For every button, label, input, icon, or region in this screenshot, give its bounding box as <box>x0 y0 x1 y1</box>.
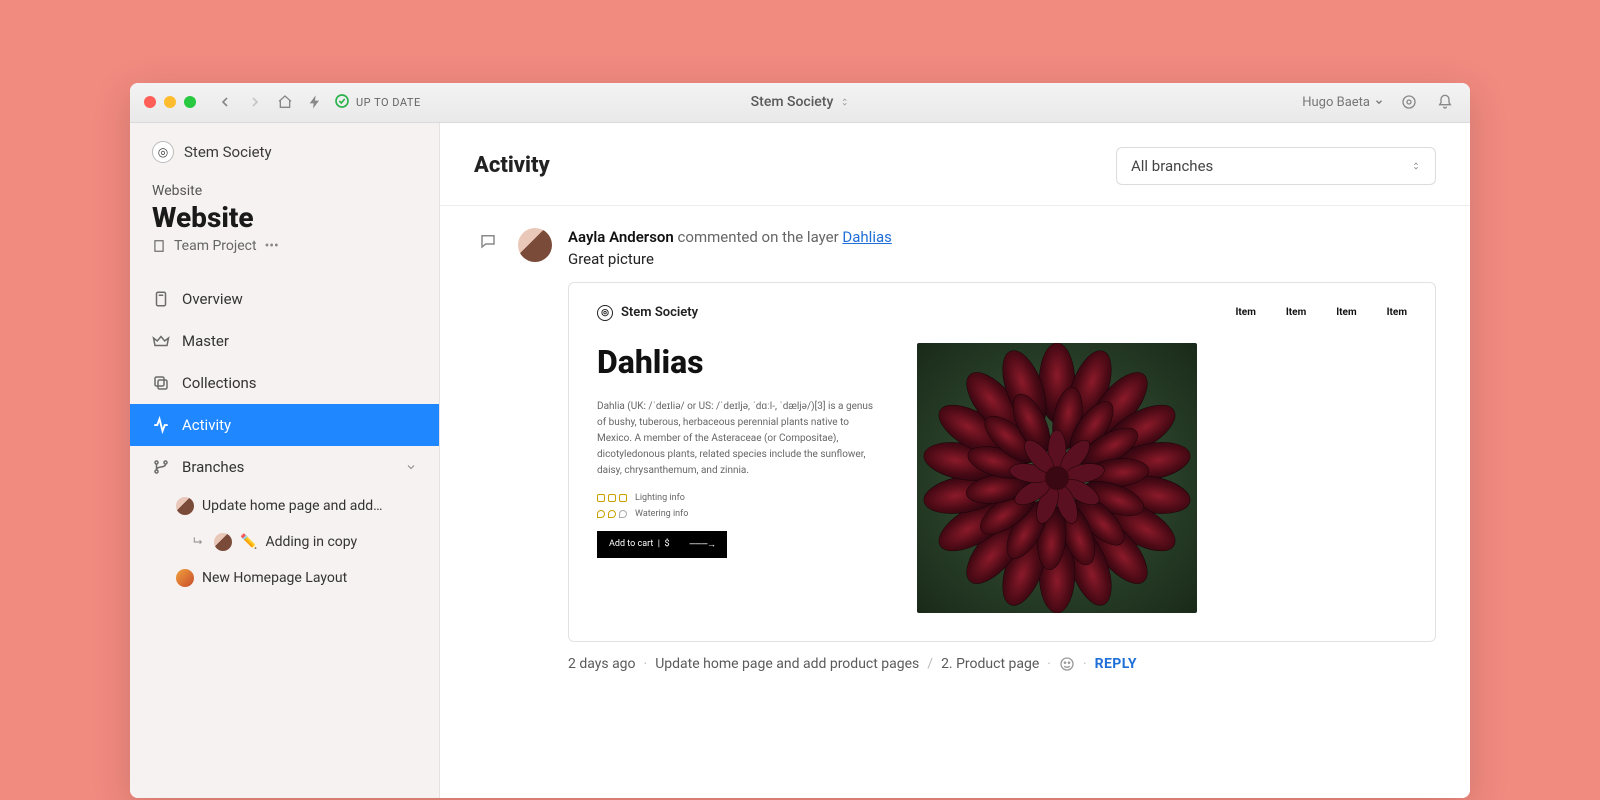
preview-nav: Item Item Item Item <box>1236 307 1408 318</box>
updown-icon <box>839 95 849 109</box>
minimize-window-button[interactable] <box>164 96 176 108</box>
product-image <box>917 343 1197 613</box>
actor-name: Aayla Anderson <box>568 228 674 246</box>
nav-item: Item <box>1387 307 1407 318</box>
timestamp: 2 days ago <box>568 656 636 672</box>
nav-item: Item <box>1286 307 1306 318</box>
org-logo-icon: ◎ <box>152 141 174 163</box>
branch-item[interactable]: ✏️ Adding in copy <box>142 524 439 560</box>
product-title: Dahlias <box>597 343 877 381</box>
filter-label: All branches <box>1131 157 1213 175</box>
updown-icon <box>1411 159 1421 173</box>
crown-icon <box>152 332 170 350</box>
emoji-react-icon[interactable] <box>1059 656 1075 672</box>
sidebar-item-label: Master <box>182 332 229 350</box>
user-menu[interactable]: Hugo Baeta <box>1302 95 1384 110</box>
layer-link[interactable]: Dahlias <box>842 228 891 246</box>
document-icon <box>152 290 170 308</box>
sidebar: ◎ Stem Society Website Website Team Proj… <box>130 123 440 798</box>
sub-branch-icon <box>192 535 206 549</box>
app-window: UP TO DATE Stem Society Hugo Baeta ◎ Ste… <box>130 83 1470 798</box>
comment-body: Great picture <box>568 250 1436 268</box>
activity-meta: 2 days ago · Update home page and add pr… <box>568 656 1436 672</box>
back-button[interactable] <box>214 91 236 113</box>
branch-label: Adding in copy <box>265 534 357 550</box>
layer-preview[interactable]: ◎ Stem Society Item Item Item Item <box>568 282 1436 642</box>
lighting-label: Lighting info <box>635 493 685 503</box>
brand-logo-icon: ◎ <box>597 305 613 321</box>
main-panel: Activity All branches Aayla Anderson co <box>440 123 1470 798</box>
page-title: Website <box>130 199 439 238</box>
sidebar-item-master[interactable]: Master <box>130 320 439 362</box>
sidebar-item-collections[interactable]: Collections <box>130 362 439 404</box>
brand-name: Stem Society <box>621 305 698 320</box>
breadcrumb: Website <box>130 177 439 199</box>
activity-headline: Aayla Anderson commented on the layer Da… <box>568 228 1436 246</box>
avatar <box>214 533 232 551</box>
page-name[interactable]: 2. Product page <box>941 656 1039 672</box>
nav-item: Item <box>1236 307 1256 318</box>
main-title: Activity <box>474 153 550 178</box>
avatar <box>176 569 194 587</box>
titlebar: UP TO DATE Stem Society Hugo Baeta <box>130 83 1470 123</box>
org-name: Stem Society <box>184 143 272 161</box>
watering-label: Watering info <box>635 509 688 519</box>
window-controls <box>144 96 196 108</box>
branch-item[interactable]: New Homepage Layout <box>142 560 439 596</box>
forward-button[interactable] <box>244 91 266 113</box>
chevron-down-icon <box>1374 97 1384 107</box>
chevron-down-icon <box>405 461 417 473</box>
droplet-icon <box>597 510 627 518</box>
branch-label: Update home page and add… <box>202 498 383 514</box>
sidebar-item-label: Collections <box>182 374 257 392</box>
activity-item: Aayla Anderson commented on the layer Da… <box>474 228 1436 672</box>
reply-button[interactable]: REPLY <box>1095 656 1137 672</box>
branch-filter-select[interactable]: All branches <box>1116 147 1436 185</box>
branch-name[interactable]: Update home page and add product pages <box>655 656 919 672</box>
sidebar-item-label: Activity <box>182 416 231 434</box>
sidebar-item-activity[interactable]: Activity <box>130 404 439 446</box>
sidebar-item-label: Branches <box>182 458 244 476</box>
building-icon <box>152 239 166 253</box>
home-button[interactable] <box>274 91 296 113</box>
project-switcher[interactable]: Stem Society <box>751 94 850 110</box>
avatar <box>518 228 552 262</box>
lighting-info: Lighting info <box>597 493 877 503</box>
sun-icon <box>597 494 627 502</box>
notifications-button[interactable] <box>1434 91 1456 113</box>
nav-item: Item <box>1336 307 1356 318</box>
branch-icon <box>152 458 170 476</box>
comment-icon <box>474 228 502 672</box>
product-description: Dahlia (UK: /ˈdeɪliə/ or US: /ˈdeɪljə, ˈ… <box>597 399 877 479</box>
avatar <box>176 497 194 515</box>
add-to-cart-button: Add to cart | $ ———→ <box>597 531 727 558</box>
cart-price: $ <box>664 539 669 549</box>
sync-status-label: UP TO DATE <box>356 96 421 109</box>
cart-label: Add to cart <box>609 539 653 549</box>
watering-info: Watering info <box>597 509 877 519</box>
sync-status: UP TO DATE <box>334 93 421 112</box>
check-circle-icon <box>334 93 350 112</box>
emoji-icon: ✏️ <box>240 534 257 550</box>
preview-brand: ◎ Stem Society <box>597 305 698 321</box>
arrow-right-icon: ———→ <box>689 539 715 550</box>
sidebar-item-overview[interactable]: Overview <box>130 278 439 320</box>
project-kind[interactable]: Team Project ••• <box>130 238 439 272</box>
copy-icon <box>152 374 170 392</box>
help-button[interactable] <box>1398 91 1420 113</box>
sync-button[interactable] <box>304 91 326 113</box>
maximize-window-button[interactable] <box>184 96 196 108</box>
project-kind-label: Team Project <box>174 238 257 254</box>
sidebar-item-branches[interactable]: Branches <box>130 446 439 488</box>
branch-item[interactable]: Update home page and add… <box>142 488 439 524</box>
sidebar-item-label: Overview <box>182 290 243 308</box>
action-text: commented on the layer <box>678 228 839 246</box>
more-icon[interactable]: ••• <box>265 238 279 254</box>
close-window-button[interactable] <box>144 96 156 108</box>
project-title: Stem Society <box>751 94 834 110</box>
activity-icon <box>152 416 170 434</box>
branch-label: New Homepage Layout <box>202 570 347 586</box>
user-name: Hugo Baeta <box>1302 95 1370 110</box>
